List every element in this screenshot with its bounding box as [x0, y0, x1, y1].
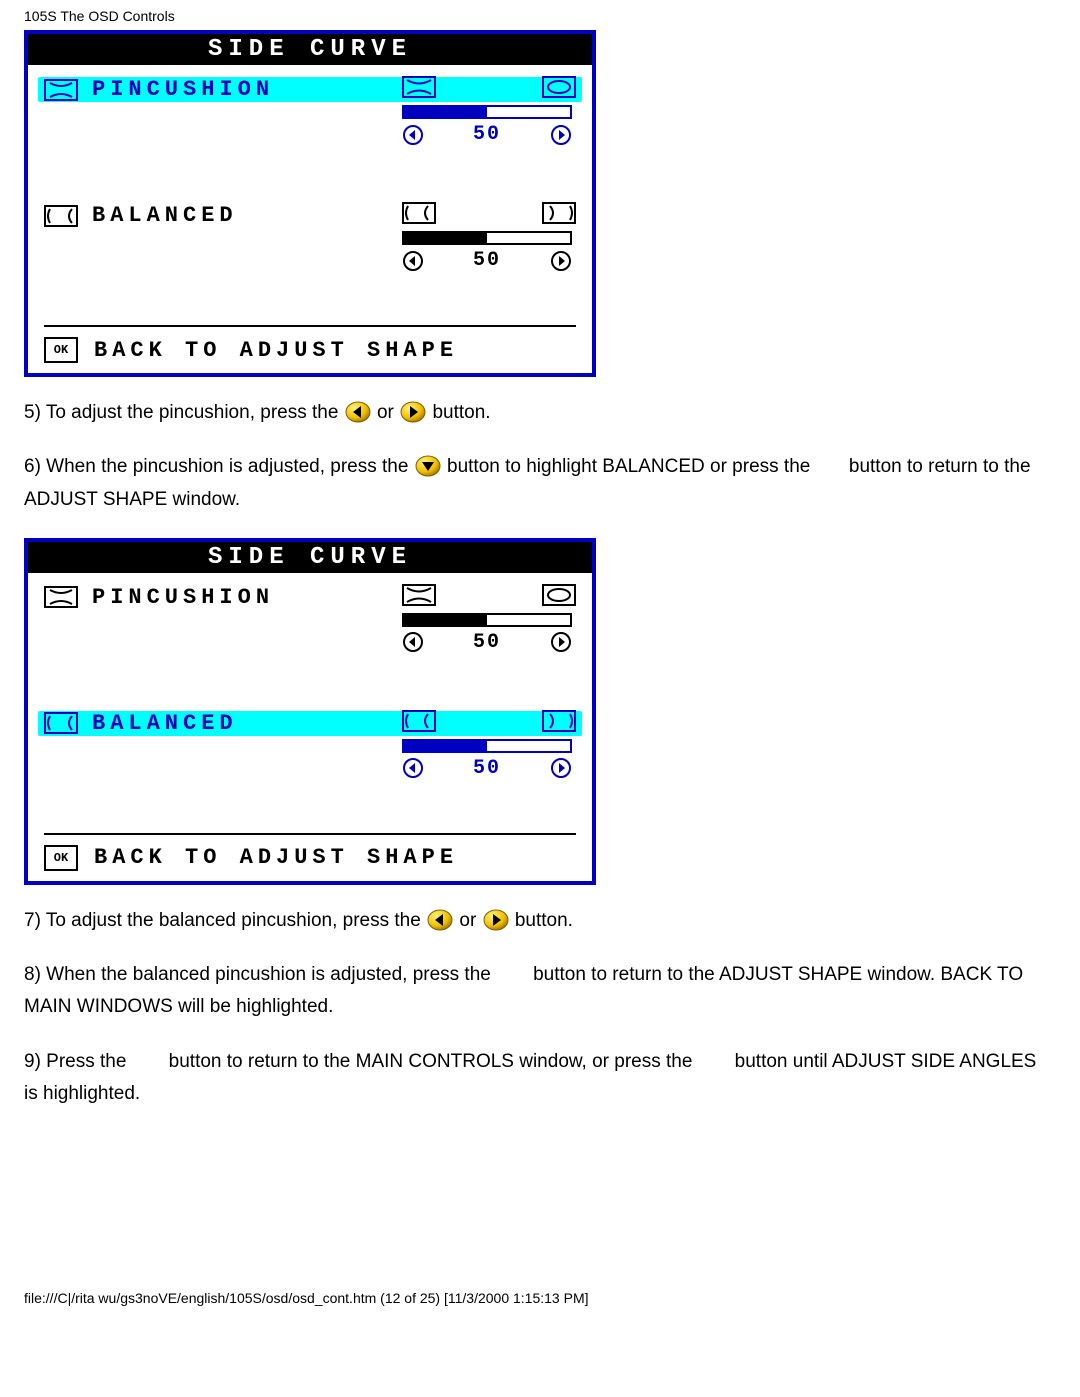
step-5: 5) To adjust the pincushion, press the o… [24, 397, 1044, 429]
decrease-left-icon[interactable] [402, 631, 424, 653]
increase-right-icon[interactable] [550, 757, 572, 779]
osd-title: SIDE CURVE [28, 34, 592, 65]
balanced-right-icon [542, 202, 576, 224]
pincushion-value: 50 [473, 123, 501, 146]
balanced-icon [44, 204, 78, 228]
balanced-icon [44, 711, 78, 735]
pincushion-value: 50 [473, 631, 501, 654]
pincushion-label: PINCUSHION [92, 77, 274, 102]
ok-icon: OK [44, 337, 78, 363]
balanced-left-icon [402, 710, 436, 732]
pincushion-out-icon [542, 584, 576, 606]
pincushion-slider[interactable] [402, 105, 572, 119]
pincushion-icon [44, 585, 78, 609]
page-header: 105S The OSD Controls [24, 8, 1056, 24]
osd-row-pincushion[interactable]: PINCUSHION 50 [44, 581, 576, 707]
pincushion-label: PINCUSHION [92, 585, 274, 610]
balanced-left-icon [402, 202, 436, 224]
decrease-left-icon[interactable] [402, 250, 424, 272]
balanced-slider[interactable] [402, 231, 572, 245]
increase-right-icon[interactable] [550, 124, 572, 146]
right-button-icon [399, 400, 427, 424]
osd-panel-pincushion-selected: SIDE CURVE PINCUSHION [24, 30, 596, 377]
ok-icon: OK [44, 845, 78, 871]
left-button-icon [426, 908, 454, 932]
osd-panel-balanced-selected: SIDE CURVE PINCUSHION [24, 538, 596, 885]
balanced-label: BALANCED [92, 203, 238, 228]
osd-row-balanced[interactable]: BALANCED 50 [44, 707, 576, 833]
step-6: 6) When the pincushion is adjusted, pres… [24, 451, 1044, 516]
osd-back-label: BACK TO ADJUST SHAPE [94, 845, 458, 870]
down-button-icon [414, 454, 442, 478]
step-9: 9) Press the button to return to the MAI… [24, 1046, 1044, 1111]
osd-title: SIDE CURVE [28, 542, 592, 573]
page-footer: file:///C|/rita wu/gs3noVE/english/105S/… [24, 1290, 1056, 1306]
pincushion-in-icon [402, 584, 436, 606]
osd-back-row[interactable]: OK BACK TO ADJUST SHAPE [44, 325, 576, 373]
step-7: 7) To adjust the balanced pincushion, pr… [24, 905, 1044, 937]
balanced-label: BALANCED [92, 711, 238, 736]
pincushion-slider[interactable] [402, 613, 572, 627]
increase-right-icon[interactable] [550, 631, 572, 653]
osd-row-balanced[interactable]: BALANCED 50 [44, 199, 576, 325]
decrease-left-icon[interactable] [402, 124, 424, 146]
osd-back-row[interactable]: OK BACK TO ADJUST SHAPE [44, 833, 576, 881]
increase-right-icon[interactable] [550, 250, 572, 272]
decrease-left-icon[interactable] [402, 757, 424, 779]
balanced-value: 50 [473, 249, 501, 272]
balanced-right-icon [542, 710, 576, 732]
osd-back-label: BACK TO ADJUST SHAPE [94, 338, 458, 363]
osd-row-pincushion[interactable]: PINCUSHION 50 [44, 73, 576, 199]
balanced-slider[interactable] [402, 739, 572, 753]
balanced-value: 50 [473, 757, 501, 780]
pincushion-icon [44, 78, 78, 102]
step-8: 8) When the balanced pincushion is adjus… [24, 959, 1044, 1024]
right-button-icon [482, 908, 510, 932]
left-button-icon [344, 400, 372, 424]
pincushion-in-icon [402, 76, 436, 98]
pincushion-out-icon [542, 76, 576, 98]
